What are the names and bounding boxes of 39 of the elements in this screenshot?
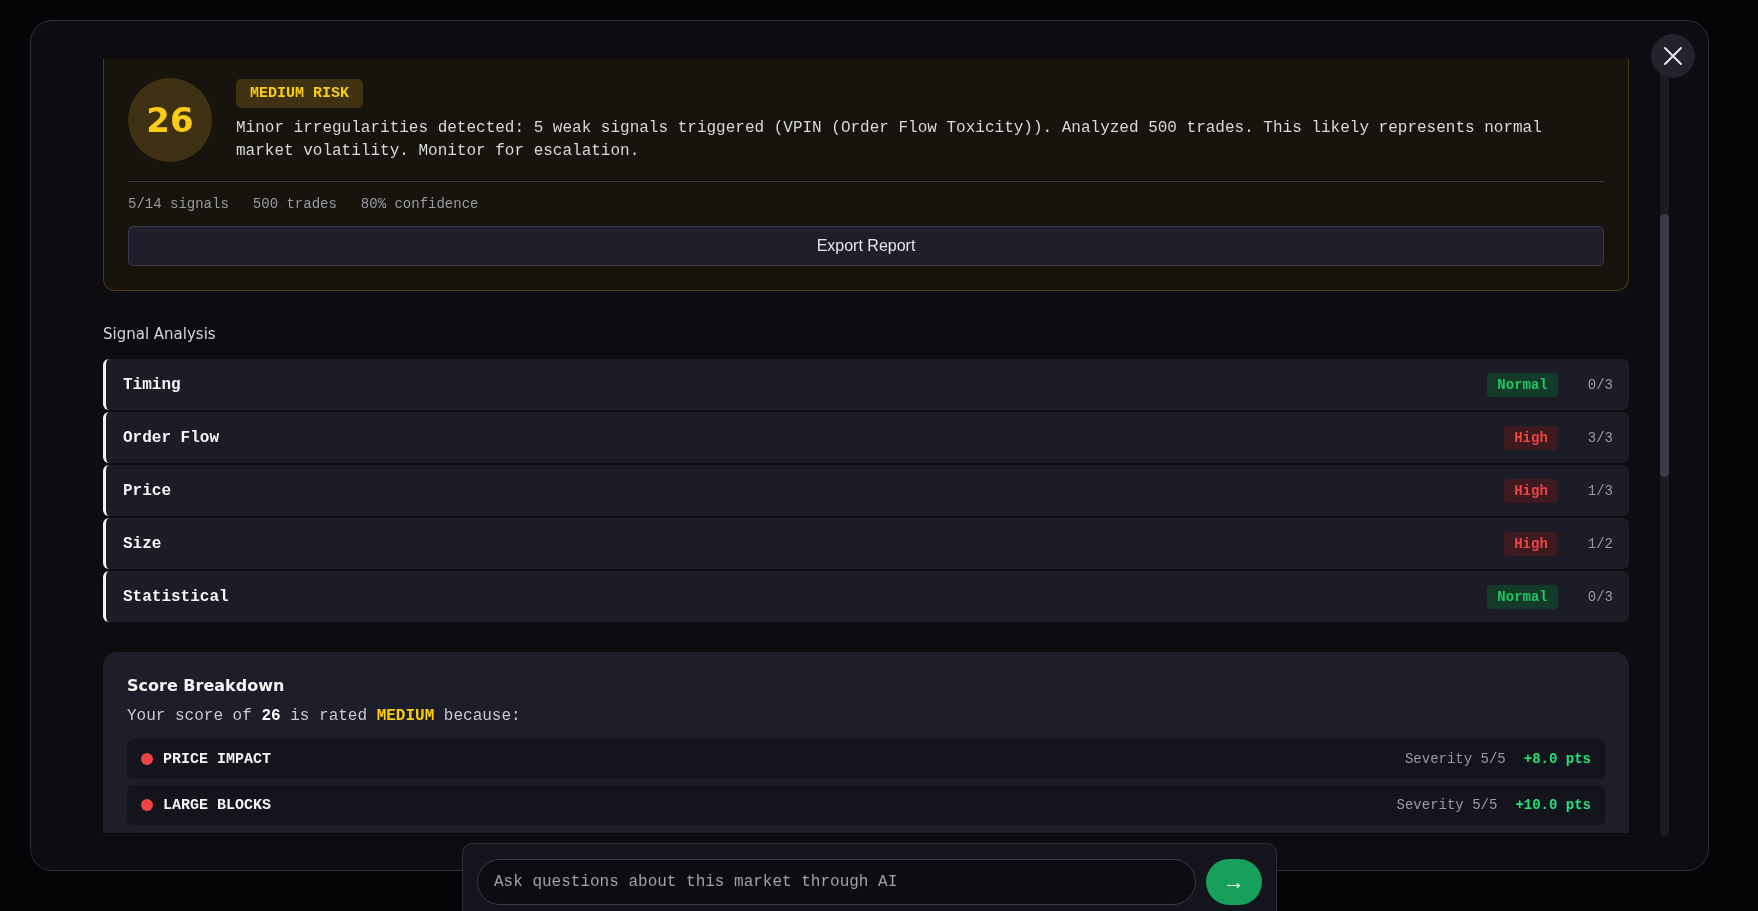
factor-name: LARGE BLOCKS: [163, 796, 273, 814]
breakdown-title: Score Breakdown: [127, 676, 286, 695]
signal-row[interactable]: Size High 1/2: [103, 518, 1629, 569]
signal-count: 1/2: [1587, 535, 1613, 552]
status-badge: High: [1504, 478, 1558, 503]
close-icon: [1663, 46, 1683, 66]
signal-row[interactable]: Price High 1/3: [103, 465, 1629, 516]
points-label: +10.0 pts: [1515, 797, 1591, 813]
risk-badge: MEDIUM RISK: [236, 79, 364, 108]
signal-name: Order Flow: [123, 428, 220, 447]
signal-count: 1/3: [1587, 482, 1613, 499]
risk-stat: 80% confidence: [360, 196, 479, 212]
risk-stat: 5/14 signals: [128, 196, 229, 212]
risk-stat: 500 trades: [252, 196, 337, 212]
status-badge: Normal: [1487, 372, 1558, 397]
signal-count: 0/3: [1587, 376, 1613, 393]
risk-summary: Minor irregularities detected: 5 weak signals triggered (VPIN (Order Flow Toxicity)). Analyzed 500 trades. This likely represents normal market volatility. Monitor for escalation.: [236, 118, 1543, 162]
section-title: Signal Analysis: [103, 325, 217, 343]
status-badge: High: [1504, 425, 1558, 450]
signal-name: Size: [123, 534, 163, 553]
status-badge: High: [1504, 531, 1558, 556]
score-sentence: Your score of 26 is rated MEDIUM because:: [127, 707, 522, 725]
signal-row[interactable]: Statistical Normal 0/3: [103, 571, 1629, 622]
points-label: +8.0 pts: [1523, 751, 1591, 767]
factor-name: PRICE IMPACT: [163, 750, 273, 768]
signal-count: 0/3: [1587, 588, 1613, 605]
signal-name: Statistical: [123, 587, 230, 606]
severity-label: Severity 5/5: [1396, 797, 1498, 813]
severity-label: Severity 5/5: [1404, 751, 1506, 767]
signal-count: 3/3: [1587, 429, 1613, 446]
signal-name: Price: [123, 481, 172, 500]
chat-input[interactable]: Ask questions about this market through AI: [477, 859, 1197, 905]
signal-row[interactable]: Order Flow High 3/3: [103, 412, 1629, 463]
signal-name: Timing: [123, 375, 182, 394]
status-badge: Normal: [1487, 584, 1558, 609]
close-button[interactable]: [1651, 34, 1695, 78]
signal-row[interactable]: Timing Normal 0/3: [103, 359, 1629, 410]
export-button[interactable]: Export Report: [128, 226, 1604, 266]
risk-score: 26: [128, 78, 212, 162]
